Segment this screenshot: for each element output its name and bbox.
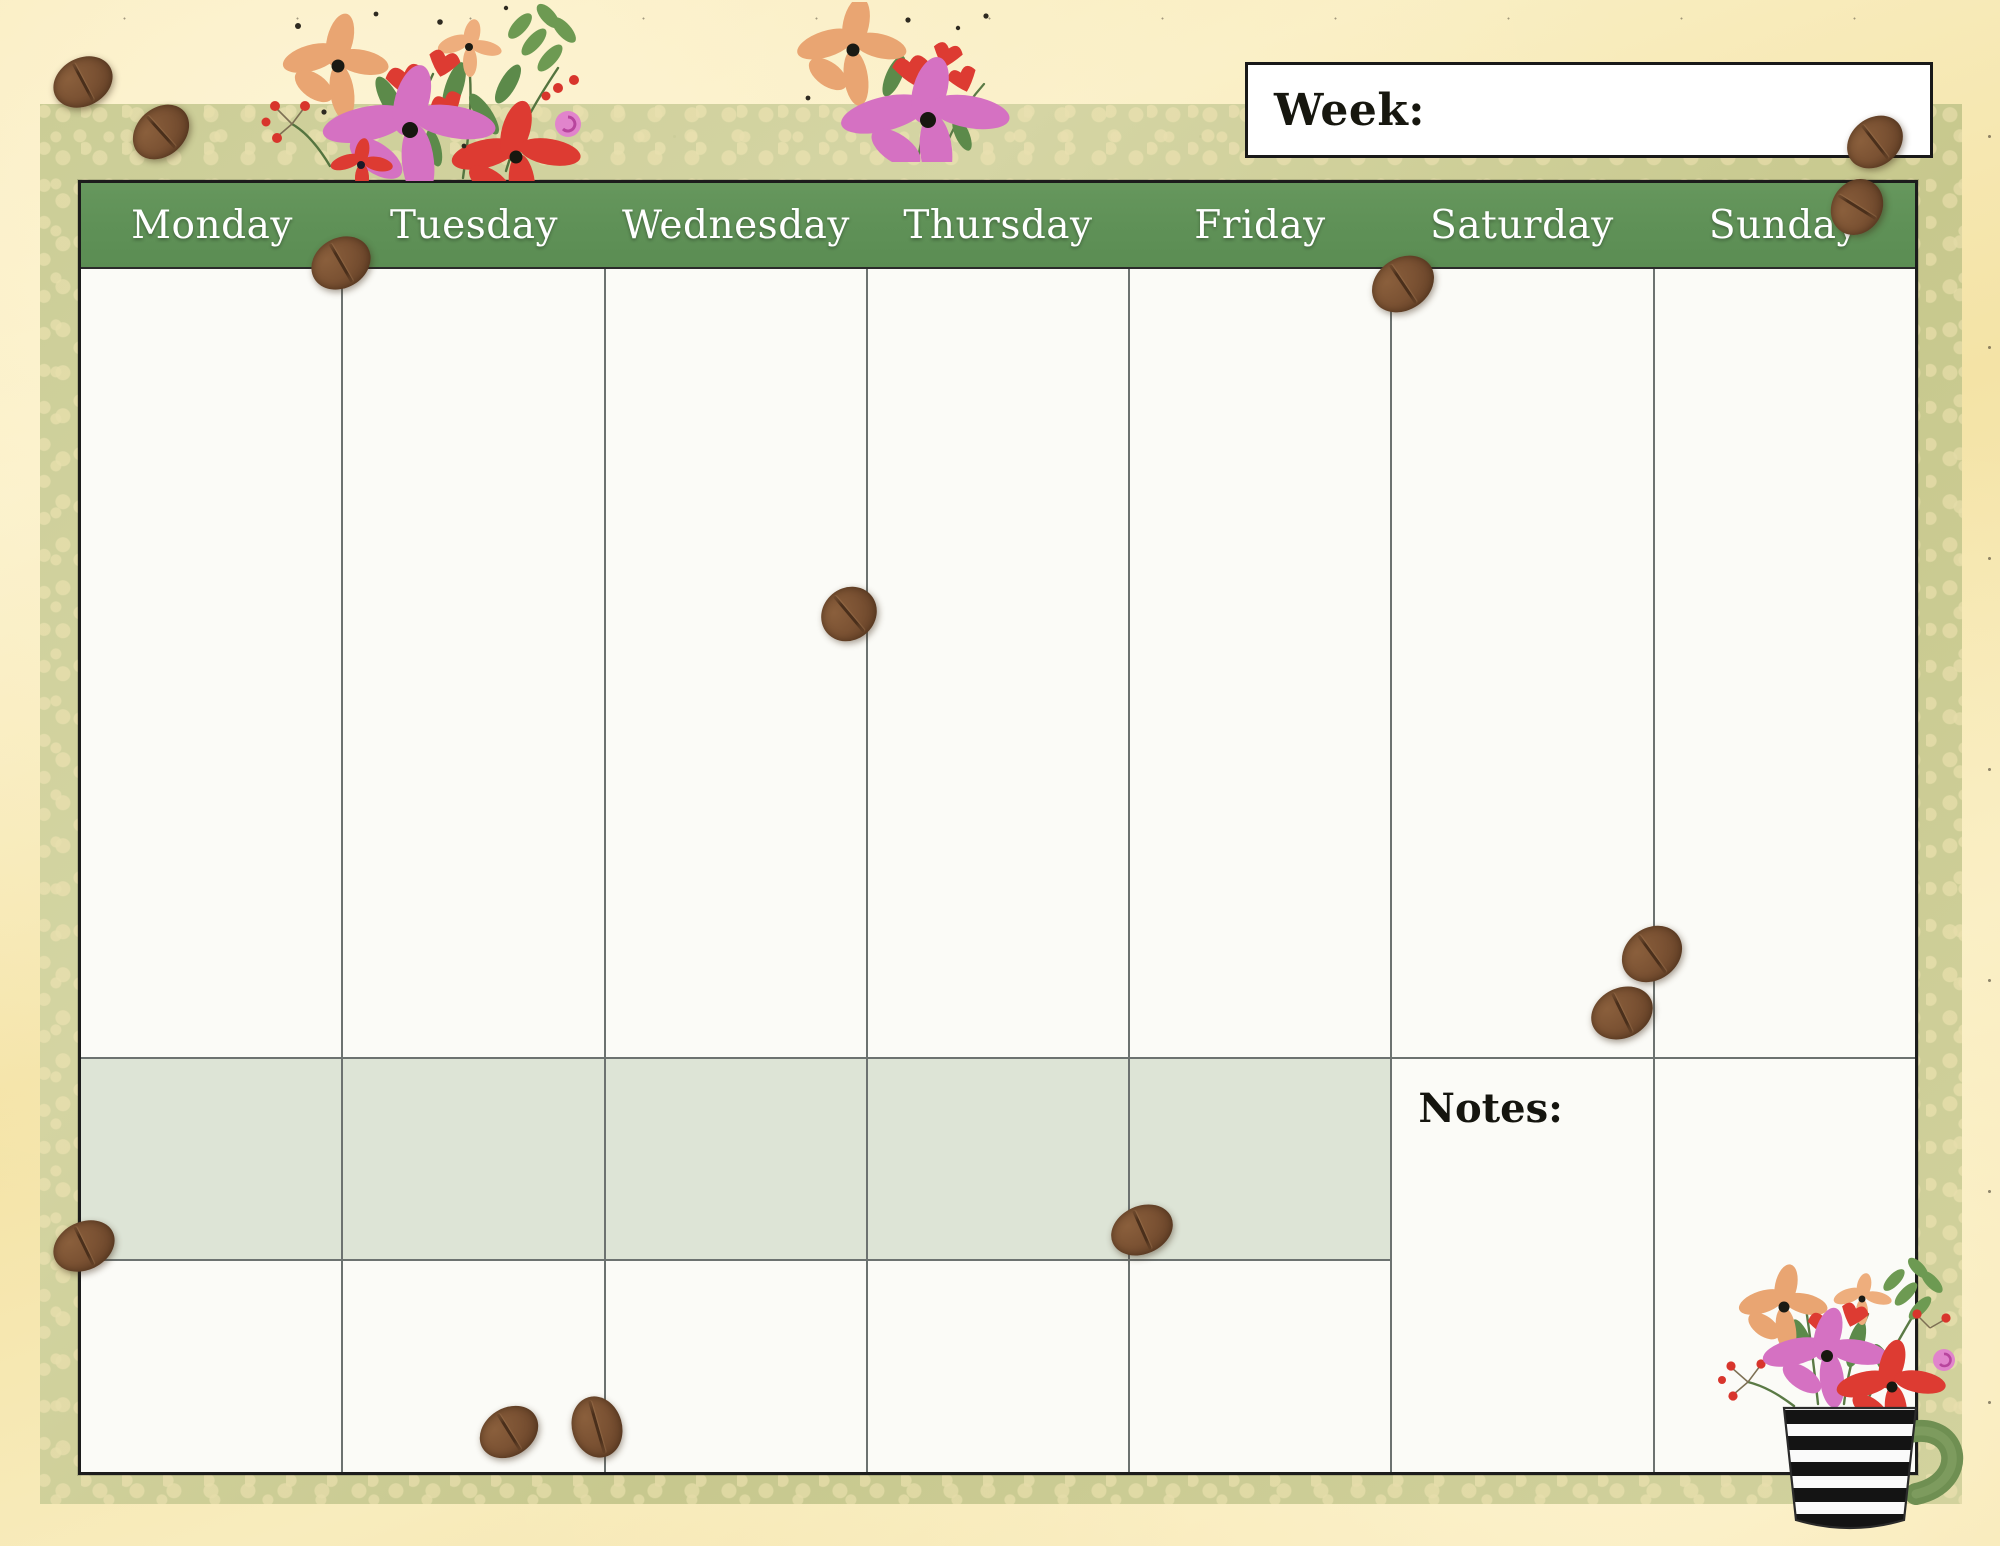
cell-thursday-main[interactable] — [867, 267, 1129, 1057]
day-header-monday: Monday — [131, 202, 293, 248]
cell-thursday-highlight[interactable] — [867, 1057, 1129, 1259]
day-header-friday: Friday — [1194, 202, 1326, 248]
week-field[interactable]: Week: — [1245, 62, 1933, 158]
cell-tuesday-highlight[interactable] — [343, 1057, 604, 1259]
column-friday — [1130, 267, 1393, 1472]
week-label: Week: — [1274, 84, 1426, 136]
planner-sheet: Monday Tuesday Wednesday Thursday Friday… — [78, 180, 1918, 1475]
column-thursday — [867, 267, 1131, 1472]
notes-area-left[interactable]: Notes: — [1392, 1057, 1653, 1472]
cell-friday-bottom[interactable] — [1130, 1259, 1391, 1472]
column-saturday: Notes: — [1392, 267, 1655, 1472]
planner-grid: Notes: — [81, 267, 1915, 1472]
cell-sunday-main[interactable] — [1654, 267, 1915, 1057]
day-header-tuesday: Tuesday — [390, 202, 558, 248]
notes-label: Notes: — [1418, 1085, 1563, 1132]
day-header-thursday: Thursday — [903, 202, 1093, 248]
planner-page: Week: Monday Tuesday Wednesday Thursday … — [0, 0, 2000, 1546]
column-monday — [81, 267, 344, 1472]
cell-tuesday-bottom[interactable] — [343, 1259, 604, 1472]
day-header-saturday: Saturday — [1430, 202, 1614, 248]
cell-tuesday-main[interactable] — [343, 267, 604, 1057]
striped-mug-with-flowers — [1698, 1236, 1988, 1536]
cell-wednesday-main[interactable] — [605, 267, 866, 1057]
cell-thursday-bottom[interactable] — [867, 1259, 1129, 1472]
cell-saturday-main[interactable] — [1392, 267, 1653, 1057]
cell-friday-main[interactable] — [1130, 267, 1391, 1057]
column-tuesday — [343, 267, 606, 1472]
cell-monday-bottom[interactable] — [81, 1259, 342, 1472]
cell-monday-main[interactable] — [81, 267, 342, 1057]
cell-monday-highlight[interactable] — [81, 1057, 342, 1259]
cell-wednesday-bottom[interactable] — [605, 1259, 866, 1472]
cell-wednesday-highlight[interactable] — [605, 1057, 866, 1259]
column-wednesday — [605, 267, 868, 1472]
day-header-wednesday: Wednesday — [622, 202, 850, 248]
